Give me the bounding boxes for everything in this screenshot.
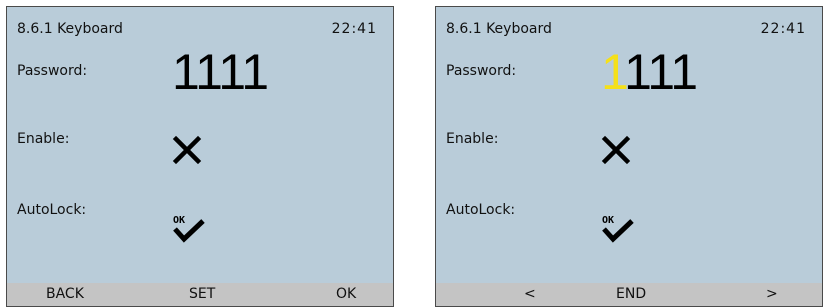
clock: 22:41 xyxy=(331,21,377,37)
password-digit-cursor[interactable]: 1 xyxy=(601,44,625,100)
clock: 22:41 xyxy=(760,21,806,37)
enable-label: Enable: xyxy=(17,131,70,147)
screen-title: 8.6.1 Keyboard xyxy=(446,21,552,37)
password-label: Password: xyxy=(17,63,88,79)
ok-check-icon-text: OK xyxy=(602,215,614,226)
password-field[interactable]: 1111 xyxy=(172,43,269,101)
screen-title: 8.6.1 Keyboard xyxy=(17,21,123,37)
screen-keyboard-edit: 8.6.1 Keyboard 22:41 Password: 1111 Enab… xyxy=(435,6,823,307)
softkey-bar: < END > xyxy=(436,283,822,306)
screen-keyboard-view: 8.6.1 Keyboard 22:41 Password: 1111 Enab… xyxy=(6,6,394,307)
ok-check-icon[interactable]: OK xyxy=(171,211,207,247)
cross-icon[interactable] xyxy=(172,135,202,165)
softkey-left[interactable]: < xyxy=(524,286,536,302)
cross-icon[interactable] xyxy=(601,135,631,165)
ok-check-icon-text: OK xyxy=(173,215,185,226)
autolock-label: AutoLock: xyxy=(446,202,516,218)
softkey-right[interactable]: > xyxy=(766,286,778,302)
softkey-ok[interactable]: OK xyxy=(336,286,356,302)
autolock-label: AutoLock: xyxy=(17,202,87,218)
password-digit-1: 1 xyxy=(172,44,196,100)
softkey-set[interactable]: SET xyxy=(189,286,215,302)
ok-check-icon[interactable]: OK xyxy=(600,211,636,247)
enable-label: Enable: xyxy=(446,131,499,147)
softkey-end[interactable]: END xyxy=(616,286,646,302)
softkey-back[interactable]: BACK xyxy=(46,286,84,302)
password-label: Password: xyxy=(446,63,517,79)
password-field[interactable]: 1111 xyxy=(601,43,698,101)
softkey-bar: BACK SET OK xyxy=(7,283,393,306)
password-digits-rest: 111 xyxy=(195,44,269,100)
password-digits-rest: 111 xyxy=(624,44,698,100)
